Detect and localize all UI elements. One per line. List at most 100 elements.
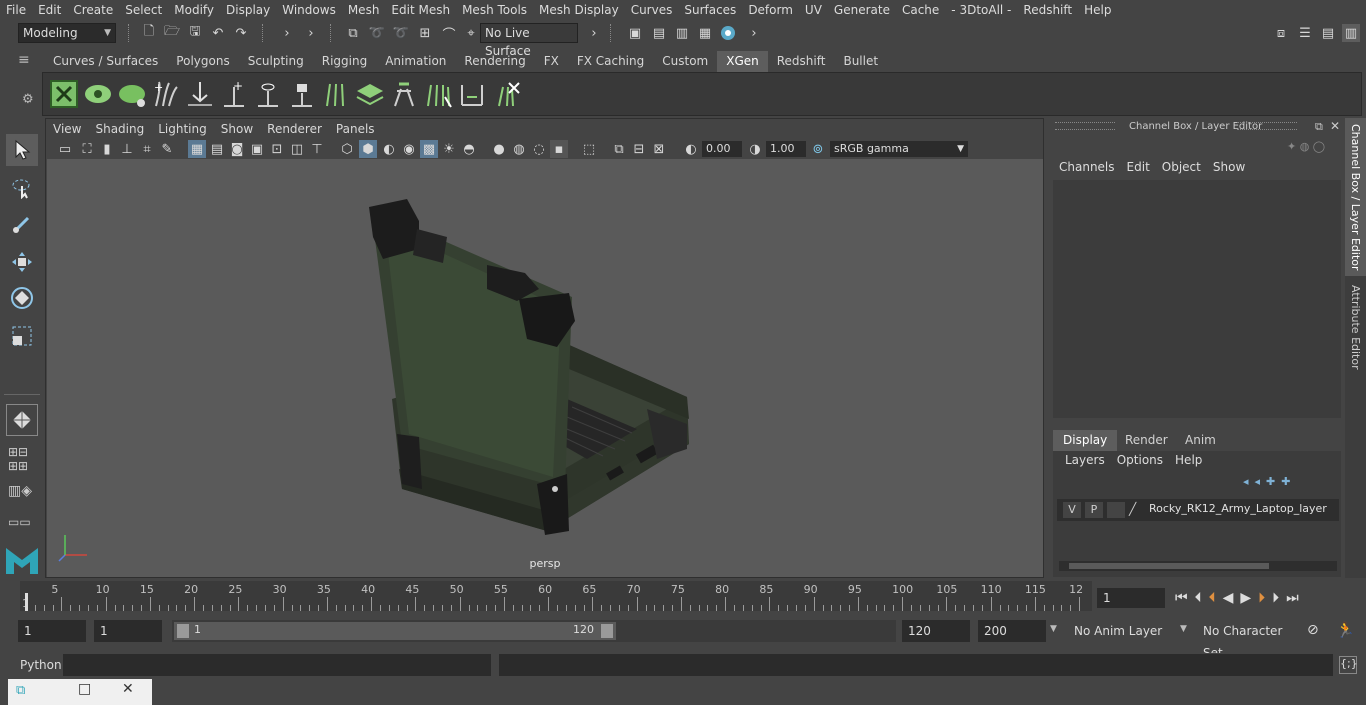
channel-menu-channels[interactable]: Channels	[1053, 160, 1121, 174]
channel-box-icons[interactable]: ✦ ◍ ◯	[1287, 140, 1337, 154]
tab-rendering[interactable]: Rendering	[455, 51, 534, 72]
menu-select[interactable]: Select	[119, 0, 168, 20]
live-surface-field[interactable]: No Live Surface	[480, 23, 578, 58]
play-forward-icon[interactable]: ▶	[1240, 590, 1251, 606]
shadows-icon[interactable]: ◓	[460, 140, 478, 158]
bookmark-icon[interactable]: ▮	[98, 140, 116, 158]
tab-sculpting[interactable]: Sculpting	[239, 51, 313, 72]
image-plane-icon[interactable]: ⊥	[118, 140, 136, 158]
prev-key-icon[interactable]: ⏴	[1209, 590, 1216, 606]
layer-menu-help[interactable]: Help	[1169, 453, 1208, 467]
menu-mesh[interactable]: Mesh	[342, 0, 386, 20]
pencil-icon[interactable]: ✎	[158, 140, 176, 158]
toggle-panel-icon[interactable]: ▤	[1319, 24, 1337, 42]
range-end-grip[interactable]	[601, 624, 613, 638]
snap-grid-icon[interactable]: ⊞	[416, 24, 434, 42]
minimized-window[interactable]: ⧉ □ ✕	[8, 679, 152, 705]
toggle-panel-icon[interactable]: ☰	[1296, 24, 1314, 42]
tab-display[interactable]: Display	[1053, 430, 1118, 451]
select-by-hierarchy-icon[interactable]: ⧉	[344, 24, 362, 42]
grab-brush-icon[interactable]	[423, 79, 453, 109]
menu-mesh-tools[interactable]: Mesh Tools	[456, 0, 533, 20]
render-sequence-icon[interactable]: ▤	[650, 24, 668, 42]
command-input[interactable]	[63, 654, 491, 676]
exposure-icon[interactable]: ◐	[682, 140, 700, 158]
range-bar-handle[interactable]: 1 120	[174, 622, 616, 640]
gamma-icon[interactable]: ◑	[746, 140, 764, 158]
tab-fx-caching[interactable]: FX Caching	[568, 51, 653, 72]
menu-cache[interactable]: Cache	[896, 0, 945, 20]
depth-of-field-icon[interactable]: ▪	[550, 140, 568, 158]
go-to-start-icon[interactable]: ⏮	[1175, 590, 1188, 606]
guide-curves-icon[interactable]	[321, 79, 351, 109]
colorspace-dropdown[interactable]: sRGB gamma ▼	[830, 141, 968, 157]
color-management-icon[interactable]: ⊚	[809, 140, 827, 158]
auto-key-icon[interactable]: ⊘	[1307, 622, 1319, 638]
channel-box-toggle-icon[interactable]: ▥	[1342, 24, 1360, 42]
shelf-menu-icon[interactable]: ≡	[18, 52, 38, 70]
lock-guide-icon[interactable]	[287, 79, 317, 109]
viewport-menu-panels[interactable]: Panels	[329, 119, 382, 139]
select-guide-icon[interactable]	[253, 79, 283, 109]
tab-xgen[interactable]: XGen	[717, 51, 768, 72]
tab-attribute-editor[interactable]: Attribute Editor	[1345, 282, 1366, 372]
xgen-clear-icon[interactable]	[117, 79, 147, 109]
channel-menu-edit[interactable]: Edit	[1121, 160, 1156, 174]
default-lighting-icon[interactable]: ◉	[400, 140, 418, 158]
gate-mask-icon[interactable]: ▣	[248, 140, 266, 158]
isolate-select-icon[interactable]: ⬚	[580, 140, 598, 158]
tab-channel-box[interactable]: Channel Box / Layer Editor	[1345, 118, 1366, 276]
safe-title-icon[interactable]: ⊤	[308, 140, 326, 158]
character-set-dropdown[interactable]: No Character Set	[1197, 620, 1301, 660]
layer-playback-toggle[interactable]: P	[1085, 502, 1103, 518]
menu-redshift[interactable]: Redshift	[1017, 0, 1078, 20]
add-guide-icon[interactable]: +	[219, 79, 249, 109]
chevron-right-icon[interactable]: ›	[302, 24, 320, 42]
script-editor-icon[interactable]: {;}	[1339, 656, 1358, 674]
layer-menu-layers[interactable]: Layers	[1059, 453, 1111, 467]
step-back-icon[interactable]: ⏴	[1195, 590, 1202, 606]
paint-select-icon[interactable]: ➰	[392, 24, 410, 42]
layout-outliner-icon[interactable]: ▭▭	[8, 515, 38, 531]
render-icon[interactable]: ▣	[626, 24, 644, 42]
playback-start-field[interactable]: 1	[94, 620, 162, 642]
move-tool-icon[interactable]	[6, 246, 38, 278]
xgen-preview-icon[interactable]	[83, 79, 113, 109]
layer-visibility-toggle[interactable]: V	[1063, 502, 1081, 518]
menu-file[interactable]: File	[0, 0, 32, 20]
save-scene-icon[interactable]: 🖫	[186, 24, 204, 42]
select-tool-icon[interactable]	[6, 134, 38, 166]
command-language-label[interactable]: Python	[20, 658, 62, 672]
paint-select-tool-icon[interactable]	[6, 208, 38, 240]
timeline-ruler[interactable]: 1510152025303540455055606570758085909510…	[20, 581, 1092, 611]
viewport-menu-renderer[interactable]: Renderer	[260, 119, 329, 139]
undo-icon[interactable]: ↶	[209, 24, 227, 42]
drag-handle[interactable]	[1237, 122, 1297, 130]
gamma-field[interactable]: 1.00	[766, 141, 806, 157]
hypershade-icon[interactable]	[719, 24, 737, 42]
menu-edit-mesh[interactable]: Edit Mesh	[385, 0, 456, 20]
menu-deform[interactable]: Deform	[742, 0, 799, 20]
viewport-canvas[interactable]: persp	[47, 159, 1043, 577]
layer-row[interactable]: V P ╱ Rocky_RK12_Army_Laptop_layer	[1057, 499, 1339, 521]
snap-curve-icon[interactable]: ⌒	[440, 24, 458, 43]
delete-guide-icon[interactable]	[491, 79, 521, 109]
layer-menu-options[interactable]: Options	[1111, 453, 1169, 467]
range-bar[interactable]: 1 120	[172, 620, 896, 642]
menu-uv[interactable]: UV	[799, 0, 828, 20]
sculpt-guides-icon[interactable]	[389, 79, 419, 109]
play-back-icon[interactable]: ◀	[1223, 590, 1234, 606]
menu-edit[interactable]: Edit	[32, 0, 67, 20]
mode-selector[interactable]: Modeling ▼	[18, 23, 116, 43]
anim-layer-dropdown[interactable]: No Anim Layer	[1068, 620, 1178, 642]
grid-toggle-icon[interactable]: ⌗	[138, 140, 156, 158]
scrollbar-thumb[interactable]	[1069, 563, 1269, 569]
wireframe-icon[interactable]: ⬡	[338, 140, 356, 158]
motion-blur-icon[interactable]: ◍	[510, 140, 528, 158]
tab-rigging[interactable]: Rigging	[313, 51, 376, 72]
last-tool-icon[interactable]	[6, 404, 38, 436]
tab-anim[interactable]: Anim	[1175, 430, 1226, 451]
animation-end-field[interactable]: 200	[978, 620, 1046, 642]
layout-single-icon[interactable]: ⊞⊟ ⊞⊞	[8, 445, 38, 475]
float-icon[interactable]: ⧉	[1315, 120, 1323, 134]
